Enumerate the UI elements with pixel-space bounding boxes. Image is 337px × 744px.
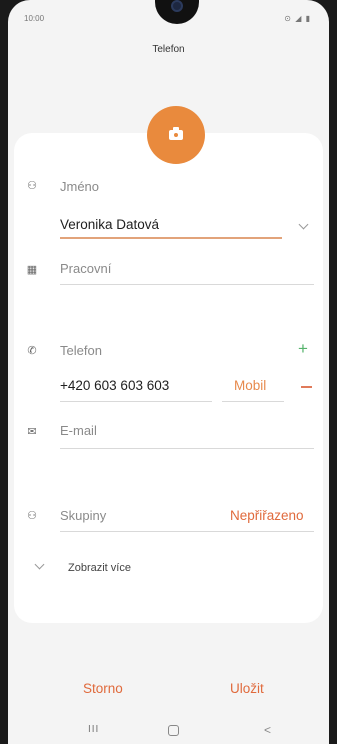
phone-icon: ✆ bbox=[27, 345, 37, 357]
groups-label: Skupiny bbox=[60, 508, 107, 523]
status-time: 10:00 bbox=[24, 14, 45, 23]
page-title: Telefon bbox=[152, 44, 185, 55]
system-nav-bar: III < bbox=[8, 718, 329, 744]
camera-icon bbox=[169, 127, 183, 140]
recents-button[interactable]: III bbox=[88, 724, 99, 735]
groups-underline bbox=[60, 531, 314, 532]
person-icon: ⚇ bbox=[27, 180, 37, 192]
people-icon: ⚇ bbox=[27, 510, 37, 522]
phone-type-underline bbox=[222, 401, 284, 402]
cancel-button[interactable]: Storno bbox=[83, 681, 123, 696]
phone-underline bbox=[60, 401, 212, 402]
phone-type-select[interactable]: Mobil bbox=[234, 378, 266, 393]
show-more-button[interactable]: Zobrazit více bbox=[68, 562, 131, 574]
add-photo-button[interactable] bbox=[147, 106, 205, 164]
status-icons: ⊙ ◢ ▮ bbox=[284, 14, 311, 23]
name-label: Jméno bbox=[60, 179, 100, 194]
front-camera bbox=[171, 0, 183, 12]
company-underline bbox=[60, 284, 314, 285]
groups-select[interactable]: Nepřiřazeno bbox=[230, 508, 304, 523]
save-button[interactable]: Uložit bbox=[230, 681, 264, 696]
back-button[interactable]: < bbox=[264, 723, 271, 737]
building-icon: ▦ bbox=[26, 264, 38, 276]
phone-label: Telefon bbox=[60, 343, 102, 358]
company-input[interactable]: Pracovní bbox=[60, 261, 111, 276]
email-underline bbox=[60, 448, 314, 449]
mail-icon: ✉ bbox=[27, 426, 37, 438]
email-input[interactable]: E-mail bbox=[60, 423, 97, 438]
name-underline bbox=[60, 237, 282, 239]
contact-editor-screen: 10:00 ⊙ ◢ ▮ Telefon ⚇ Jméno Veronika Dat… bbox=[8, 0, 329, 744]
remove-phone-button[interactable] bbox=[301, 386, 312, 388]
phone-input[interactable]: +420 603 603 603 bbox=[60, 378, 169, 393]
name-input[interactable]: Veronika Datová bbox=[60, 217, 159, 232]
home-button[interactable] bbox=[168, 725, 179, 736]
add-phone-button[interactable]: + bbox=[298, 340, 308, 357]
